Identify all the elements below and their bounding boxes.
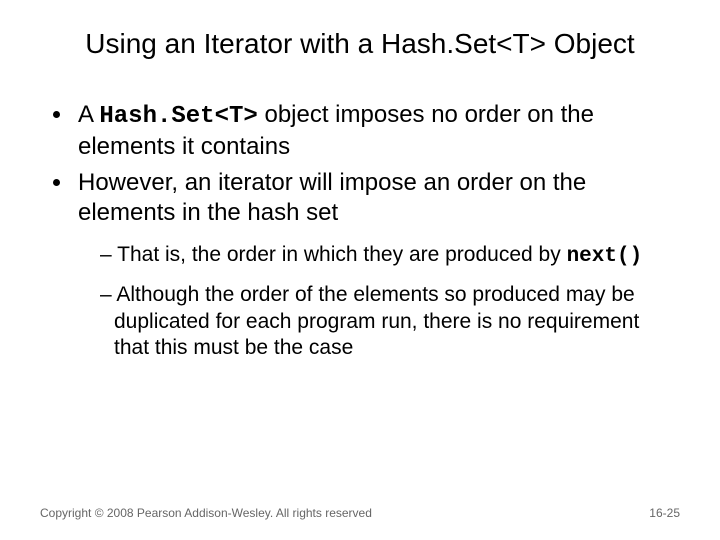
sub-bullet-2-text: Although the order of the elements so pr…: [114, 283, 639, 359]
bullet-list: A Hash.Set<T> object imposes no order on…: [40, 100, 680, 361]
sub-bullet-list: That is, the order in which they are pro…: [78, 242, 680, 361]
sub-bullet-1: That is, the order in which they are pro…: [100, 242, 680, 270]
sub-bullet-1-text: That is, the order in which they are pro…: [117, 243, 566, 266]
footer: Copyright © 2008 Pearson Addison-Wesley.…: [40, 506, 680, 520]
bullet-2-text: However, an iterator will impose an orde…: [78, 169, 586, 226]
sub-bullet-1-code: next(): [567, 245, 643, 268]
page-number: 16-25: [649, 506, 680, 520]
bullet-1-code: Hash.Set<T>: [99, 103, 257, 130]
copyright-text: Copyright © 2008 Pearson Addison-Wesley.…: [40, 506, 372, 520]
bullet-1: A Hash.Set<T> object imposes no order on…: [74, 100, 680, 162]
sub-bullet-2: Although the order of the elements so pr…: [100, 282, 680, 361]
bullet-1-text-a: A: [78, 101, 99, 128]
bullet-2: However, an iterator will impose an orde…: [74, 168, 680, 361]
slide-title: Using an Iterator with a Hash.Set<T> Obj…: [40, 28, 680, 60]
slide: Using an Iterator with a Hash.Set<T> Obj…: [0, 0, 720, 540]
